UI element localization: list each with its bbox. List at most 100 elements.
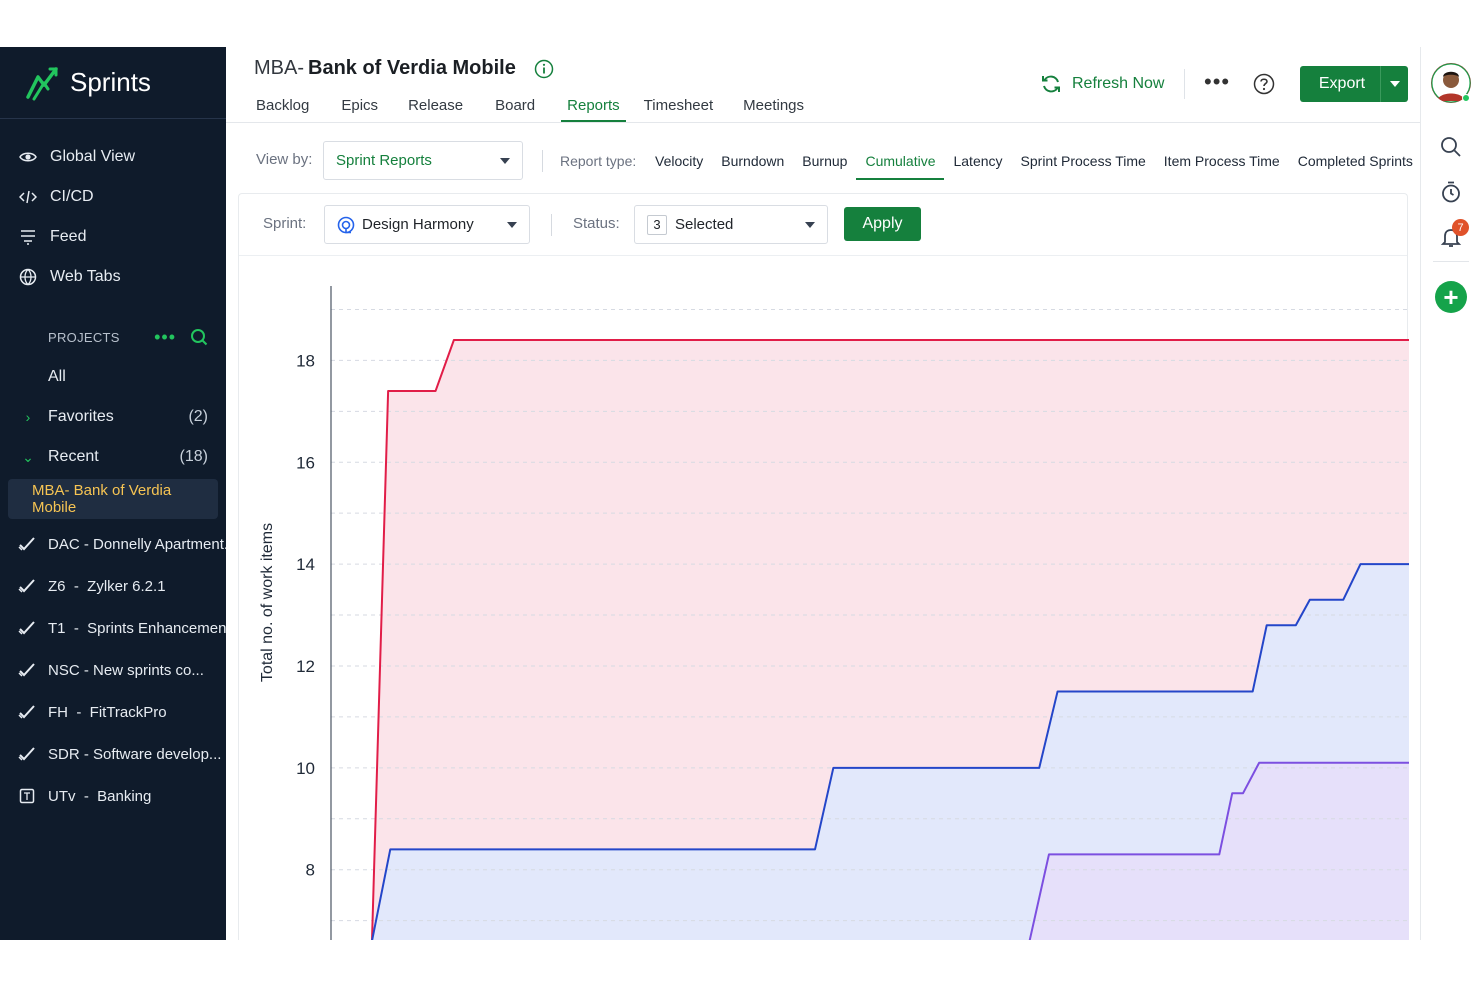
projects-header: PROJECTS ••• (0, 317, 226, 357)
report-burndown[interactable]: Burndown (712, 144, 793, 180)
apply-button[interactable]: Apply (844, 207, 921, 241)
nav-label: CI/CD (50, 188, 94, 205)
project-item[interactable]: FH - FitTrackPro (0, 691, 226, 733)
tab-board[interactable]: Board (493, 95, 541, 122)
projects-favorites[interactable]: › Favorites (2) (0, 397, 226, 437)
brand[interactable]: Sprints (0, 47, 226, 119)
project-label: DAC - Donnelly Apartment... (48, 535, 226, 553)
refresh-icon (1042, 75, 1060, 93)
nav-web-tabs[interactable]: Web Tabs (0, 257, 226, 297)
project-label: SDR - Software develop... (48, 745, 222, 763)
report-latency[interactable]: Latency (944, 144, 1011, 180)
nav-global-view[interactable]: Global View (0, 137, 226, 177)
report-item-process-time[interactable]: Item Process Time (1155, 144, 1289, 180)
project-label: UTv - Banking (48, 787, 152, 805)
project-item[interactable]: T1 - Sprints Enhancement (0, 607, 226, 649)
main-area: MBA- Bank of Verdia Mobile Backlog Epics… (226, 47, 1420, 940)
search-icon[interactable] (1439, 135, 1463, 159)
check-icon (18, 703, 36, 721)
check-icon (18, 619, 36, 637)
app-name: Sprints (70, 67, 151, 97)
project-item[interactable]: UTv - Banking (0, 775, 226, 817)
project-item[interactable]: Z6 - Zylker 6.2.1 (0, 565, 226, 607)
export-dropdown-icon[interactable] (1380, 66, 1408, 102)
report-sprint-process-time[interactable]: Sprint Process Time (1012, 144, 1155, 180)
report-type-label: Report type: (560, 153, 637, 169)
more-dots-icon[interactable]: ••• (154, 327, 176, 348)
sprint-value: Design Harmony (362, 216, 474, 233)
add-icon[interactable]: + (1435, 281, 1467, 313)
y-tick-label: 10 (296, 759, 315, 778)
nav-label: Feed (50, 228, 87, 245)
info-icon[interactable] (534, 59, 554, 79)
page-title: MBA- Bank of Verdia Mobile (254, 57, 554, 80)
y-tick-label: 12 (296, 657, 315, 676)
y-tick-label: 16 (296, 453, 315, 472)
more-options-icon[interactable]: ••• (1204, 69, 1230, 95)
projects-all[interactable]: All (0, 357, 226, 397)
app-frame: Sprints Global View CI/CD Feed Web Tabs … (0, 47, 1480, 940)
sprint-label: Sprint: (263, 215, 307, 232)
tab-reports[interactable]: Reports (561, 95, 626, 122)
project-prefix: MBA- (254, 57, 304, 79)
code-icon (18, 187, 38, 207)
project-item[interactable]: SDR - Software develop... (0, 733, 226, 775)
group-count: (18) (179, 448, 208, 465)
tab-epics[interactable]: Epics (339, 95, 384, 122)
square-icon (18, 787, 36, 805)
chevron-right-icon: › (25, 409, 31, 425)
globe-icon (18, 267, 38, 287)
group-label: All (48, 368, 66, 385)
sidebar: Sprints Global View CI/CD Feed Web Tabs … (0, 47, 226, 940)
project-label: FH - FitTrackPro (48, 703, 167, 721)
group-count: (2) (188, 408, 208, 425)
search-icon[interactable] (190, 328, 208, 346)
report-completed-sprints[interactable]: Completed Sprints (1289, 144, 1422, 180)
right-rail: 7 + (1420, 47, 1480, 940)
sprint-select[interactable]: Design Harmony (324, 205, 530, 244)
help-icon[interactable] (1253, 73, 1275, 95)
nav-cicd[interactable]: CI/CD (0, 177, 226, 217)
group-label: Favorites (48, 408, 114, 425)
report-burnup[interactable]: Burnup (793, 144, 856, 180)
report-type-tabs: Velocity Burndown Burnup Cumulative Late… (646, 144, 1422, 180)
tab-meetings[interactable]: Meetings (741, 95, 810, 122)
projects-recent[interactable]: ⌄ Recent (18) (0, 437, 226, 477)
check-icon (18, 535, 36, 553)
report-cumulative[interactable]: Cumulative (856, 144, 945, 180)
online-status-dot (1462, 94, 1470, 102)
tab-release[interactable]: Release (406, 95, 469, 122)
project-item[interactable]: NSC - New sprints co... (0, 649, 226, 691)
status-select[interactable]: 3 Selected (634, 205, 828, 244)
status-label: Status: (573, 215, 620, 232)
chevron-down-icon: ⌄ (22, 448, 34, 465)
export-button[interactable]: Export (1300, 66, 1408, 102)
y-axis-label: Total no. of work items (259, 523, 276, 682)
tab-timesheet[interactable]: Timesheet (642, 95, 719, 122)
project-label: NSC - New sprints co... (48, 661, 204, 679)
nav-label: Web Tabs (50, 268, 121, 285)
active-project-item[interactable]: MBA- Bank of Verdia Mobile (8, 479, 218, 519)
filter-separator (542, 150, 543, 172)
tab-backlog[interactable]: Backlog (254, 95, 315, 122)
projects-label: PROJECTS (48, 329, 120, 345)
check-icon (18, 577, 36, 595)
timer-icon[interactable] (1439, 180, 1463, 204)
sidebar-nav: Global View CI/CD Feed Web Tabs (0, 119, 226, 297)
report-panel: Sprint: Design Harmony Status: 3 Selecte… (238, 193, 1409, 940)
chevron-down-icon (805, 221, 815, 228)
view-by-value: Sprint Reports (336, 152, 432, 169)
project-label: T1 - Sprints Enhancement (48, 619, 226, 637)
view-by-select[interactable]: Sprint Reports (323, 141, 523, 180)
project-item[interactable]: DAC - Donnelly Apartment... (0, 523, 226, 565)
project-label: Z6 - Zylker 6.2.1 (48, 577, 166, 595)
y-tick-label: 8 (306, 861, 315, 880)
filter-bar: Sprint: Design Harmony Status: 3 Selecte… (239, 194, 1407, 256)
nav-feed[interactable]: Feed (0, 217, 226, 257)
feed-icon (18, 227, 38, 247)
header-separator (1184, 69, 1185, 99)
sprints-logo-icon (26, 66, 58, 100)
refresh-now-button[interactable]: Refresh Now (1040, 73, 1164, 95)
report-velocity[interactable]: Velocity (646, 144, 712, 180)
filter-separator (551, 214, 552, 236)
